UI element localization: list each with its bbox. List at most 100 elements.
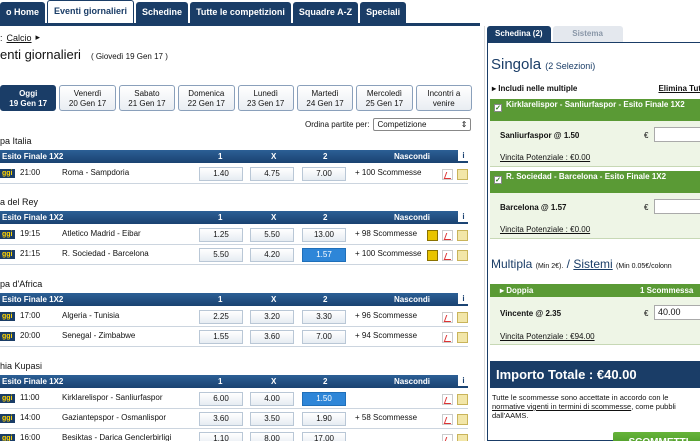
calendar-icon[interactable]: [457, 312, 468, 323]
event-match[interactable]: Senegal - Zimbabwe: [62, 331, 135, 340]
tab-squadre[interactable]: Squadre A-Z: [292, 2, 359, 23]
day-date: 25 Gen 17: [365, 99, 404, 108]
currency-symbol: €: [644, 131, 649, 140]
tab-eventi-giornalieri[interactable]: Eventi giornalieri: [47, 0, 135, 23]
odd-x-button[interactable]: 4.20: [250, 248, 294, 262]
event-match[interactable]: Atletico Madrid - Eibar: [62, 229, 141, 238]
hide-link[interactable]: Nascondi: [394, 150, 430, 163]
odd-1-button[interactable]: 1.55: [199, 330, 243, 344]
event-match[interactable]: Roma - Sampdoria: [62, 168, 129, 177]
odd-x-button[interactable]: 3.50: [250, 412, 294, 426]
selection-checkbox[interactable]: ✓: [494, 176, 502, 184]
stats-icon[interactable]: [442, 230, 453, 241]
more-bets-link[interactable]: + 58 Scommesse: [355, 413, 417, 422]
odd-x-button[interactable]: 3.20: [250, 310, 294, 324]
day-tab-venerdi[interactable]: Venerdì 20 Gen 17: [59, 85, 116, 111]
tab-tutte-competizioni[interactable]: Tutte le competizioni: [190, 2, 291, 23]
odd-x-button[interactable]: 5.50: [250, 228, 294, 242]
day-tab-lunedi[interactable]: Lunedì 23 Gen 17: [237, 85, 294, 111]
tab-home[interactable]: o Home: [0, 2, 46, 23]
odd-x-button[interactable]: 8.00: [250, 432, 294, 441]
info-icon[interactable]: i: [458, 211, 469, 222]
event-match[interactable]: Algeria - Tunisia: [62, 311, 119, 320]
event-match[interactable]: Besiktas - Darica Genclerbirligi: [62, 433, 171, 441]
terms-link[interactable]: normative vigenti in termini di scommess…: [492, 402, 631, 411]
tab-schedina[interactable]: Schedina (2): [487, 26, 551, 42]
odd-1-button[interactable]: 1.10: [199, 432, 243, 441]
more-bets-link[interactable]: + 98 Scommesse: [355, 229, 417, 238]
odd-2-button[interactable]: 13.00: [302, 228, 346, 242]
stats-icon[interactable]: [442, 312, 453, 323]
place-bet-button[interactable]: SCOMMETTI: [613, 432, 700, 441]
sistemi-link[interactable]: Sistemi: [573, 257, 612, 271]
stats-icon[interactable]: [442, 414, 453, 425]
more-bets-link[interactable]: + 100 Scommesse: [355, 249, 421, 258]
multiple-stake-input[interactable]: 40.00: [654, 305, 700, 320]
stats-icon[interactable]: [442, 434, 453, 441]
odd-1-button[interactable]: 1.40: [199, 167, 243, 181]
calendar-icon[interactable]: [457, 434, 468, 441]
day-tab-martedi[interactable]: Martedì 24 Gen 17: [296, 85, 354, 111]
odd-1-button[interactable]: 6.00: [199, 392, 243, 406]
more-bets-link[interactable]: + 94 Scommesse: [355, 331, 417, 340]
odd-1-button[interactable]: 2.25: [199, 310, 243, 324]
day-tab-domenica[interactable]: Domenica 22 Gen 17: [178, 85, 235, 111]
day-tab-mercoledi[interactable]: Mercoledì 25 Gen 17: [356, 85, 413, 111]
stats-icon[interactable]: [442, 332, 453, 343]
event-match[interactable]: Gaziantepspor - Osmanlispor: [62, 413, 166, 422]
calendar-icon[interactable]: [457, 332, 468, 343]
odd-2-button-selected[interactable]: 1.57: [302, 248, 346, 262]
odd-x-button[interactable]: 3.60: [250, 330, 294, 344]
odd-1-button[interactable]: 5.50: [199, 248, 243, 262]
breadcrumb-calcio-link[interactable]: Calcio: [7, 33, 32, 43]
odd-2-button[interactable]: 1.90: [302, 412, 346, 426]
day-tab-sabato[interactable]: Sabato 21 Gen 17: [118, 85, 176, 111]
event-match[interactable]: R. Sociedad - Barcelona: [62, 249, 149, 258]
selection-checkbox[interactable]: ✓: [494, 104, 502, 112]
hide-link[interactable]: Nascondi: [394, 375, 430, 388]
odd-2-button[interactable]: 7.00: [302, 330, 346, 344]
event-match[interactable]: Kirklarelispor - Sanliurfaspor: [62, 393, 162, 402]
hide-link[interactable]: Nascondi: [394, 211, 430, 224]
tab-sistema[interactable]: Sistema: [552, 26, 623, 42]
more-bets-link[interactable]: + 96 Scommesse: [355, 311, 417, 320]
info-icon[interactable]: i: [458, 375, 469, 386]
odd-x-button[interactable]: 4.00: [250, 392, 294, 406]
tv-icon[interactable]: [427, 250, 438, 261]
odd-1-button[interactable]: 3.60: [199, 412, 243, 426]
odd-x-button[interactable]: 4.75: [250, 167, 294, 181]
info-icon[interactable]: i: [458, 293, 469, 304]
top-nav: o Home Eventi giornalieri Schedine Tutte…: [0, 0, 480, 26]
calendar-icon[interactable]: [457, 230, 468, 241]
doppia-header[interactable]: ▸ Doppia 1 Scommessa: [490, 284, 700, 297]
tab-speciali[interactable]: Speciali: [360, 2, 407, 23]
odd-1-button[interactable]: 1.25: [199, 228, 243, 242]
more-bets-link[interactable]: + 100 Scommesse: [355, 168, 421, 177]
calendar-icon[interactable]: [457, 414, 468, 425]
calendar-icon[interactable]: [457, 250, 468, 261]
remove-all-link[interactable]: Elimina Tut: [658, 84, 700, 93]
tab-schedine[interactable]: Schedine: [136, 2, 189, 23]
include-multiple-toggle[interactable]: ▸ Includi nelle multiple: [492, 84, 577, 93]
stats-icon[interactable]: [442, 169, 453, 180]
day-tab-oggi[interactable]: Oggi 19 Gen 17: [0, 85, 57, 111]
day-tab-incontri[interactable]: Incontri a venire: [415, 85, 472, 111]
odd-2-button[interactable]: 7.00: [302, 167, 346, 181]
tv-icon[interactable]: [427, 230, 438, 241]
info-icon[interactable]: i: [458, 150, 469, 161]
competition-title[interactable]: hia Kupasi: [0, 361, 42, 371]
competition-title[interactable]: pa Italia: [0, 136, 32, 146]
competition-title[interactable]: pa d'Africa: [0, 279, 42, 289]
stats-icon[interactable]: [442, 250, 453, 261]
competition-title[interactable]: a del Rey: [0, 197, 38, 207]
stake-input[interactable]: [654, 199, 700, 214]
hide-link[interactable]: Nascondi: [394, 293, 430, 306]
odd-2-button[interactable]: 3.30: [302, 310, 346, 324]
calendar-icon[interactable]: [457, 394, 468, 405]
stake-input[interactable]: [654, 127, 700, 142]
stats-icon[interactable]: [442, 394, 453, 405]
odd-2-button[interactable]: 17.00: [302, 432, 346, 441]
sort-select[interactable]: Competizione ⇕: [373, 118, 472, 131]
calendar-icon[interactable]: [457, 169, 468, 180]
odd-2-button-selected[interactable]: 1.50: [302, 392, 346, 406]
